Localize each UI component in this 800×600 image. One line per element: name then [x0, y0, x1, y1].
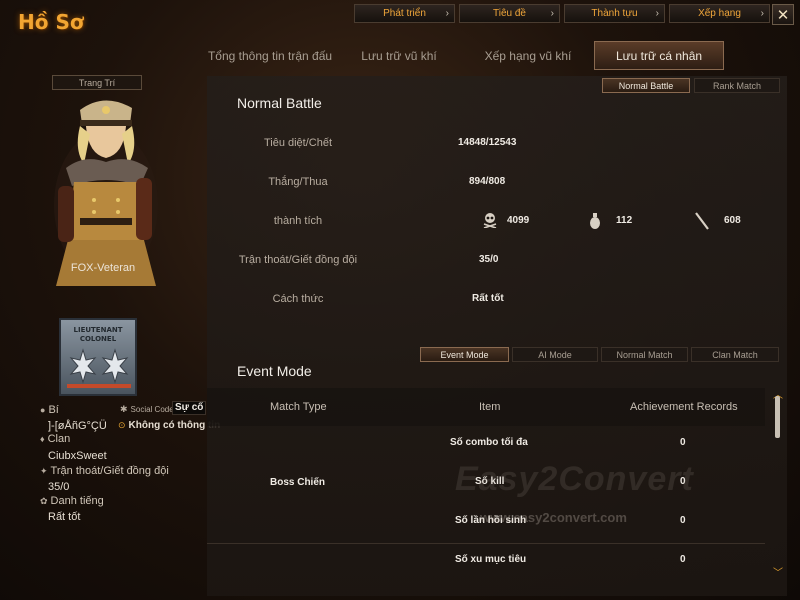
nav-ranking-label: Xếp hạng	[698, 8, 741, 19]
style-value: Rất tốt	[472, 293, 504, 304]
name-row: ● Bí	[40, 404, 59, 416]
tab-normal-battle[interactable]: Normal Battle	[602, 78, 690, 93]
table-row-value: 0	[680, 515, 686, 526]
tab-weapon-storage[interactable]: Lưu trữ vũ khí	[350, 42, 448, 70]
reputation-row: ✿ Danh tiếng	[40, 495, 104, 507]
table-row-item: Số xu mục tiêu	[455, 554, 527, 565]
column-achievement-records: Achievement Records	[630, 401, 738, 413]
nav-ranking-button[interactable]: Xếp hạng ›	[669, 4, 770, 23]
social-code-row: ✱ Social Code	[120, 404, 174, 415]
clan-label: Clan	[47, 433, 71, 445]
escape-label: Trận thoát/Giết đồng đội	[50, 465, 169, 477]
watermark-url: www.easy2convert.com	[480, 510, 627, 525]
escape-teamkill-value: 35/0	[479, 254, 499, 265]
table-row-item: Số combo tối đa	[450, 437, 528, 448]
nav-development-label: Phát triển	[383, 8, 426, 19]
nav-achievement-button[interactable]: Thành tựu ›	[564, 4, 665, 23]
chevron-right-icon: ›	[445, 8, 449, 19]
scrollbar-thumb[interactable]	[775, 396, 780, 438]
warning-icon: ⊙	[118, 420, 126, 430]
escape-row: ✦ Trận thoát/Giết đồng đội	[40, 465, 169, 477]
social-code-value[interactable]: Sự cố	[172, 401, 207, 415]
skull-achievement-value: 4099	[507, 215, 530, 226]
tab-match-overview[interactable]: Tổng thông tin trận đấu	[200, 42, 340, 70]
achievement-label: thành tích	[273, 215, 323, 227]
tab-ai-mode[interactable]: AI Mode	[512, 347, 598, 362]
knife-icon	[695, 212, 709, 230]
reputation-label: Danh tiếng	[50, 495, 104, 507]
chevron-right-icon: ›	[655, 8, 659, 19]
chevron-right-icon: ›	[760, 8, 764, 19]
skull-icon	[483, 213, 497, 228]
social-code-label: Social Code	[130, 405, 174, 414]
win-loss-value: 894/808	[469, 176, 506, 187]
decoration-button[interactable]: Trang Trí	[52, 75, 142, 90]
gear-icon: ✱	[120, 404, 128, 414]
kd-value: 14848/12543	[458, 137, 517, 148]
knife-achievement-value: 608	[724, 215, 741, 226]
reputation-value: Rất tốt	[48, 511, 81, 523]
nav-achievement-label: Thành tựu	[591, 8, 638, 19]
match-type-cell: Boss Chiến	[270, 477, 326, 488]
close-button[interactable]: ✕	[772, 4, 794, 25]
nav-title-label: Tiêu đề	[493, 8, 526, 19]
character-portrait	[44, 90, 164, 290]
rank-insignia-icon	[67, 348, 131, 388]
tab-rank-match[interactable]: Rank Match	[694, 78, 780, 93]
tab-clan-match[interactable]: Clan Match	[691, 347, 779, 362]
scroll-down-icon[interactable]: ﹀	[773, 569, 783, 583]
character-name: FOX-Veteran	[70, 262, 136, 274]
grenade-achievement-value: 112	[616, 215, 633, 226]
tab-weapon-ranking[interactable]: Xếp hạng vũ khí	[478, 42, 578, 70]
style-label: Cách thức	[272, 293, 324, 305]
nav-development-button[interactable]: Phát triển ›	[354, 4, 455, 23]
event-mode-title: Event Mode	[237, 363, 312, 379]
gear-icon: ✿	[40, 495, 48, 506]
nav-title-button[interactable]: Tiêu đề ›	[459, 4, 560, 23]
name-label: Bí	[48, 404, 59, 416]
clan-icon: ♦	[40, 434, 45, 444]
grenade-icon	[590, 213, 600, 229]
table-divider	[207, 543, 765, 544]
name-value: ]-[øÅñG°ÇÜ	[48, 420, 107, 432]
page-title: Hồ Sơ	[18, 10, 84, 34]
table-row-value: 0	[680, 554, 686, 565]
watermark-logo: Easy2Convert	[455, 460, 694, 498]
escape-teamkill-label: Trận thoát/Giết đồng đội	[238, 254, 358, 266]
kd-label: Tiêu diệt/Chết	[263, 137, 333, 149]
table-row-value: 0	[680, 437, 686, 448]
social-status-row: ⊙ Không có thông tin	[118, 420, 220, 431]
running-man-icon: ✦	[40, 465, 48, 476]
column-match-type: Match Type	[270, 401, 327, 413]
rank-badge: LIEUTENANT COLONEL	[59, 318, 137, 396]
column-item: Item	[479, 401, 501, 413]
escape-value: 35/0	[48, 481, 70, 493]
clan-row: ♦ Clan	[40, 433, 70, 445]
win-loss-label: Thắng/Thua	[268, 176, 328, 188]
user-icon: ●	[40, 405, 46, 415]
tab-normal-match[interactable]: Normal Match	[601, 347, 688, 362]
clan-value: CiubxSweet	[48, 450, 107, 462]
normal-battle-title: Normal Battle	[237, 95, 322, 111]
chevron-right-icon: ›	[550, 8, 554, 19]
tab-event-mode[interactable]: Event Mode	[420, 347, 509, 362]
tab-personal-storage[interactable]: Lưu trữ cá nhân	[594, 41, 724, 70]
rank-badge-text: LIEUTENANT COLONEL	[73, 326, 123, 343]
